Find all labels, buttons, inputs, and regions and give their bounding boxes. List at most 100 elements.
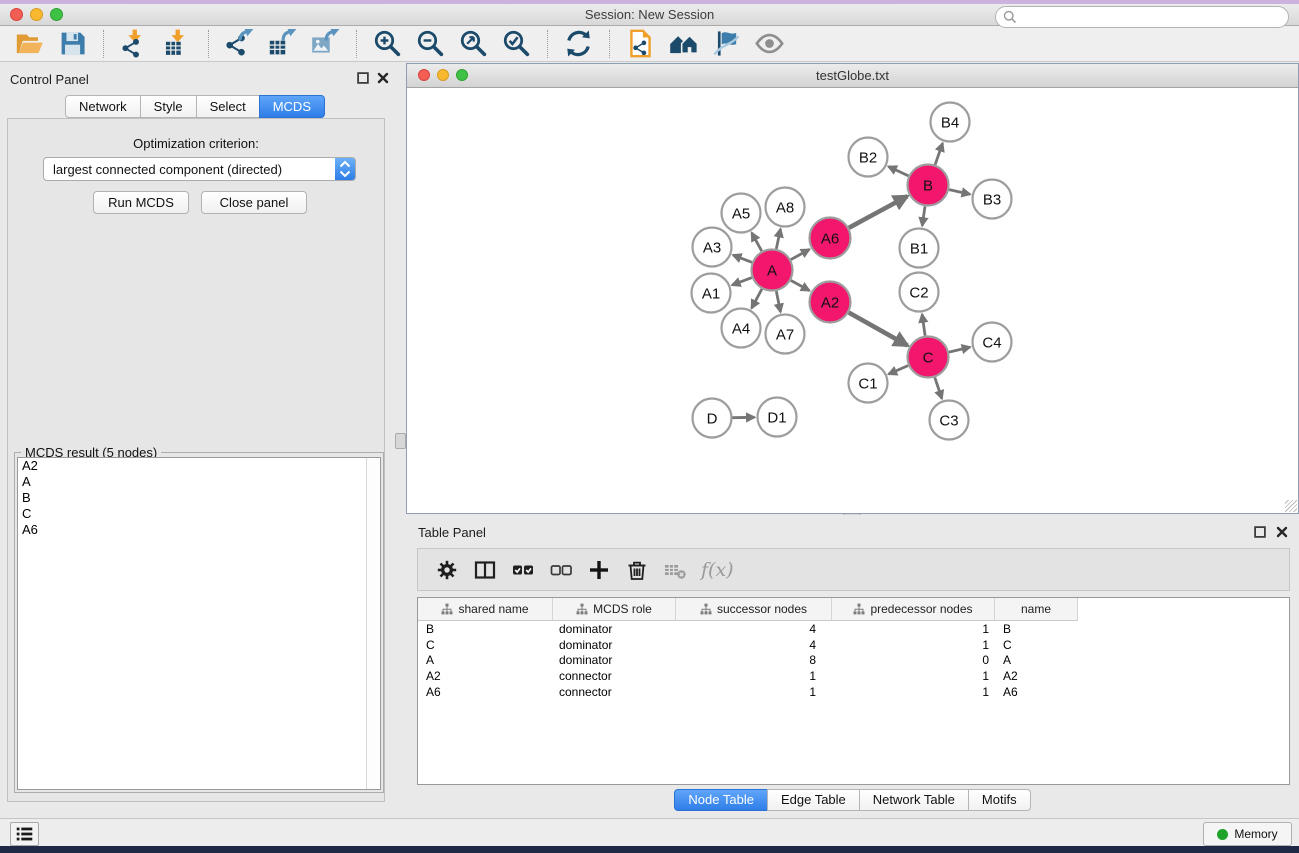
refresh-icon[interactable] [564, 29, 593, 58]
tab-node-table[interactable]: Node Table [674, 789, 768, 811]
graph-edge-B-B4[interactable] [935, 143, 943, 165]
graph-node-C3[interactable]: C3 [930, 401, 969, 440]
resize-grip[interactable] [1285, 500, 1297, 512]
zoom-fit-icon[interactable] [459, 29, 488, 58]
column-header-shared-name[interactable]: shared name [418, 598, 553, 621]
graph-node-A8[interactable]: A8 [766, 188, 805, 227]
network-window-titlebar[interactable]: testGlobe.txt [407, 64, 1298, 88]
import-network-icon[interactable] [120, 29, 149, 58]
mcds-result-item[interactable]: A [18, 474, 380, 490]
close-panel-button[interactable]: Close panel [201, 191, 307, 214]
graph-node-A1[interactable]: A1 [692, 274, 731, 313]
graph-edge-A-A1[interactable] [732, 278, 752, 286]
search-input[interactable] [995, 6, 1289, 28]
run-mcds-button[interactable]: Run MCDS [93, 191, 189, 214]
network-from-file-icon[interactable] [626, 29, 655, 58]
export-image-icon[interactable] [311, 29, 340, 58]
graph-edge-A6-B[interactable] [849, 196, 907, 228]
mcds-result-item[interactable]: A2 [18, 458, 380, 474]
criterion-select[interactable]: largest connected component (directed) [43, 157, 356, 181]
graph-node-D[interactable]: D [693, 399, 732, 438]
add-icon[interactable] [587, 558, 611, 582]
mcds-result-list[interactable]: A2ABCA6 [17, 457, 381, 790]
graph-edge-B-B3[interactable] [949, 190, 970, 195]
tab-edge-table[interactable]: Edge Table [767, 789, 860, 811]
graph-edge-A2-C[interactable] [849, 313, 908, 346]
export-table-icon[interactable] [268, 29, 297, 58]
graph-node-B2[interactable]: B2 [849, 138, 888, 177]
split-view-icon[interactable] [473, 558, 497, 582]
home-icon[interactable] [669, 29, 698, 58]
graph-node-C4[interactable]: C4 [973, 323, 1012, 362]
delete-icon[interactable] [625, 558, 649, 582]
graph-edge-B-B2[interactable] [888, 167, 908, 176]
zoom-selected-icon[interactable] [502, 29, 531, 58]
zoom-in-icon[interactable] [373, 29, 402, 58]
graph-node-C2[interactable]: C2 [900, 273, 939, 312]
column-header-successor-nodes[interactable]: successor nodes [676, 598, 832, 621]
float-icon[interactable] [355, 70, 371, 86]
graph-edge-B-B1[interactable] [922, 206, 925, 225]
graph-node-A6[interactable]: A6 [810, 218, 851, 259]
graph-node-A5[interactable]: A5 [722, 194, 761, 233]
graph-node-B4[interactable]: B4 [931, 103, 970, 142]
task-history-button[interactable] [10, 822, 39, 846]
network-canvas[interactable]: A A1 A2 A3 A4 A5 A6 A7 A8 B B1 B2 B3 B4 … [407, 88, 1298, 512]
column-header-MCDS-role[interactable]: MCDS role [553, 598, 676, 621]
select-all-icon[interactable] [511, 558, 535, 582]
graph-node-C[interactable]: C [908, 337, 949, 378]
close-icon[interactable] [1274, 524, 1290, 540]
graph-node-C1[interactable]: C1 [849, 364, 888, 403]
panel-splitter-handle[interactable] [395, 433, 406, 449]
graph-edge-A-A7[interactable] [776, 291, 780, 312]
float-icon[interactable] [1252, 524, 1268, 540]
graph-node-A4[interactable]: A4 [722, 309, 761, 348]
graph-node-A7[interactable]: A7 [766, 315, 805, 354]
save-session-icon[interactable] [58, 29, 87, 58]
graph-edge-A-A8[interactable] [776, 229, 780, 249]
mcds-result-item[interactable]: A6 [18, 522, 380, 538]
graph-edge-A-A6[interactable] [791, 249, 810, 259]
import-table-icon[interactable] [163, 29, 192, 58]
export-network-icon[interactable] [225, 29, 254, 58]
graph-edge-A-A3[interactable] [733, 255, 752, 262]
settings-icon[interactable] [435, 558, 459, 582]
graph-edge-C-C3[interactable] [935, 377, 942, 398]
mcds-result-item[interactable]: C [18, 506, 380, 522]
tab-network[interactable]: Network [65, 95, 141, 118]
show-panel-icon[interactable] [755, 29, 784, 58]
table-row[interactable]: Bdominator41B [418, 622, 1289, 638]
open-session-icon[interactable] [15, 29, 44, 58]
tab-style[interactable]: Style [140, 95, 197, 118]
tab-network-table[interactable]: Network Table [859, 789, 969, 811]
mcds-result-item[interactable]: B [18, 490, 380, 506]
close-icon[interactable] [375, 70, 391, 86]
graph-edge-C-C1[interactable] [889, 366, 909, 375]
graph-edge-A-A4[interactable] [752, 289, 762, 308]
tab-mcds[interactable]: MCDS [259, 95, 325, 118]
mcds-list-scrollbar[interactable] [366, 458, 380, 789]
table-row[interactable]: Cdominator41C [418, 638, 1289, 654]
column-header-name[interactable]: name [995, 598, 1078, 621]
graph-node-B1[interactable]: B1 [900, 229, 939, 268]
table-row[interactable]: A6connector11A6 [418, 685, 1289, 701]
graph-edge-A-A5[interactable] [752, 233, 762, 251]
column-header-predecessor-nodes[interactable]: predecessor nodes [832, 598, 995, 621]
table-row[interactable]: Adominator80A [418, 653, 1289, 669]
graph-node-A[interactable]: A [752, 250, 793, 291]
graph-edge-C-C4[interactable] [949, 347, 970, 352]
graph-node-B[interactable]: B [908, 165, 949, 206]
tab-motifs[interactable]: Motifs [968, 789, 1031, 811]
memory-button[interactable]: Memory [1203, 822, 1292, 846]
table-row[interactable]: A2connector11A2 [418, 669, 1289, 685]
graph-node-B3[interactable]: B3 [973, 180, 1012, 219]
tab-select[interactable]: Select [196, 95, 260, 118]
graph-node-D1[interactable]: D1 [758, 398, 797, 437]
graph-node-A2[interactable]: A2 [810, 282, 851, 323]
zoom-out-icon[interactable] [416, 29, 445, 58]
graph-edge-A-A2[interactable] [791, 280, 810, 290]
graph-edge-C-C2[interactable] [922, 314, 925, 335]
graph-node-A3[interactable]: A3 [693, 228, 732, 267]
hide-panels-icon[interactable] [712, 29, 741, 58]
deselect-all-icon[interactable] [549, 558, 573, 582]
